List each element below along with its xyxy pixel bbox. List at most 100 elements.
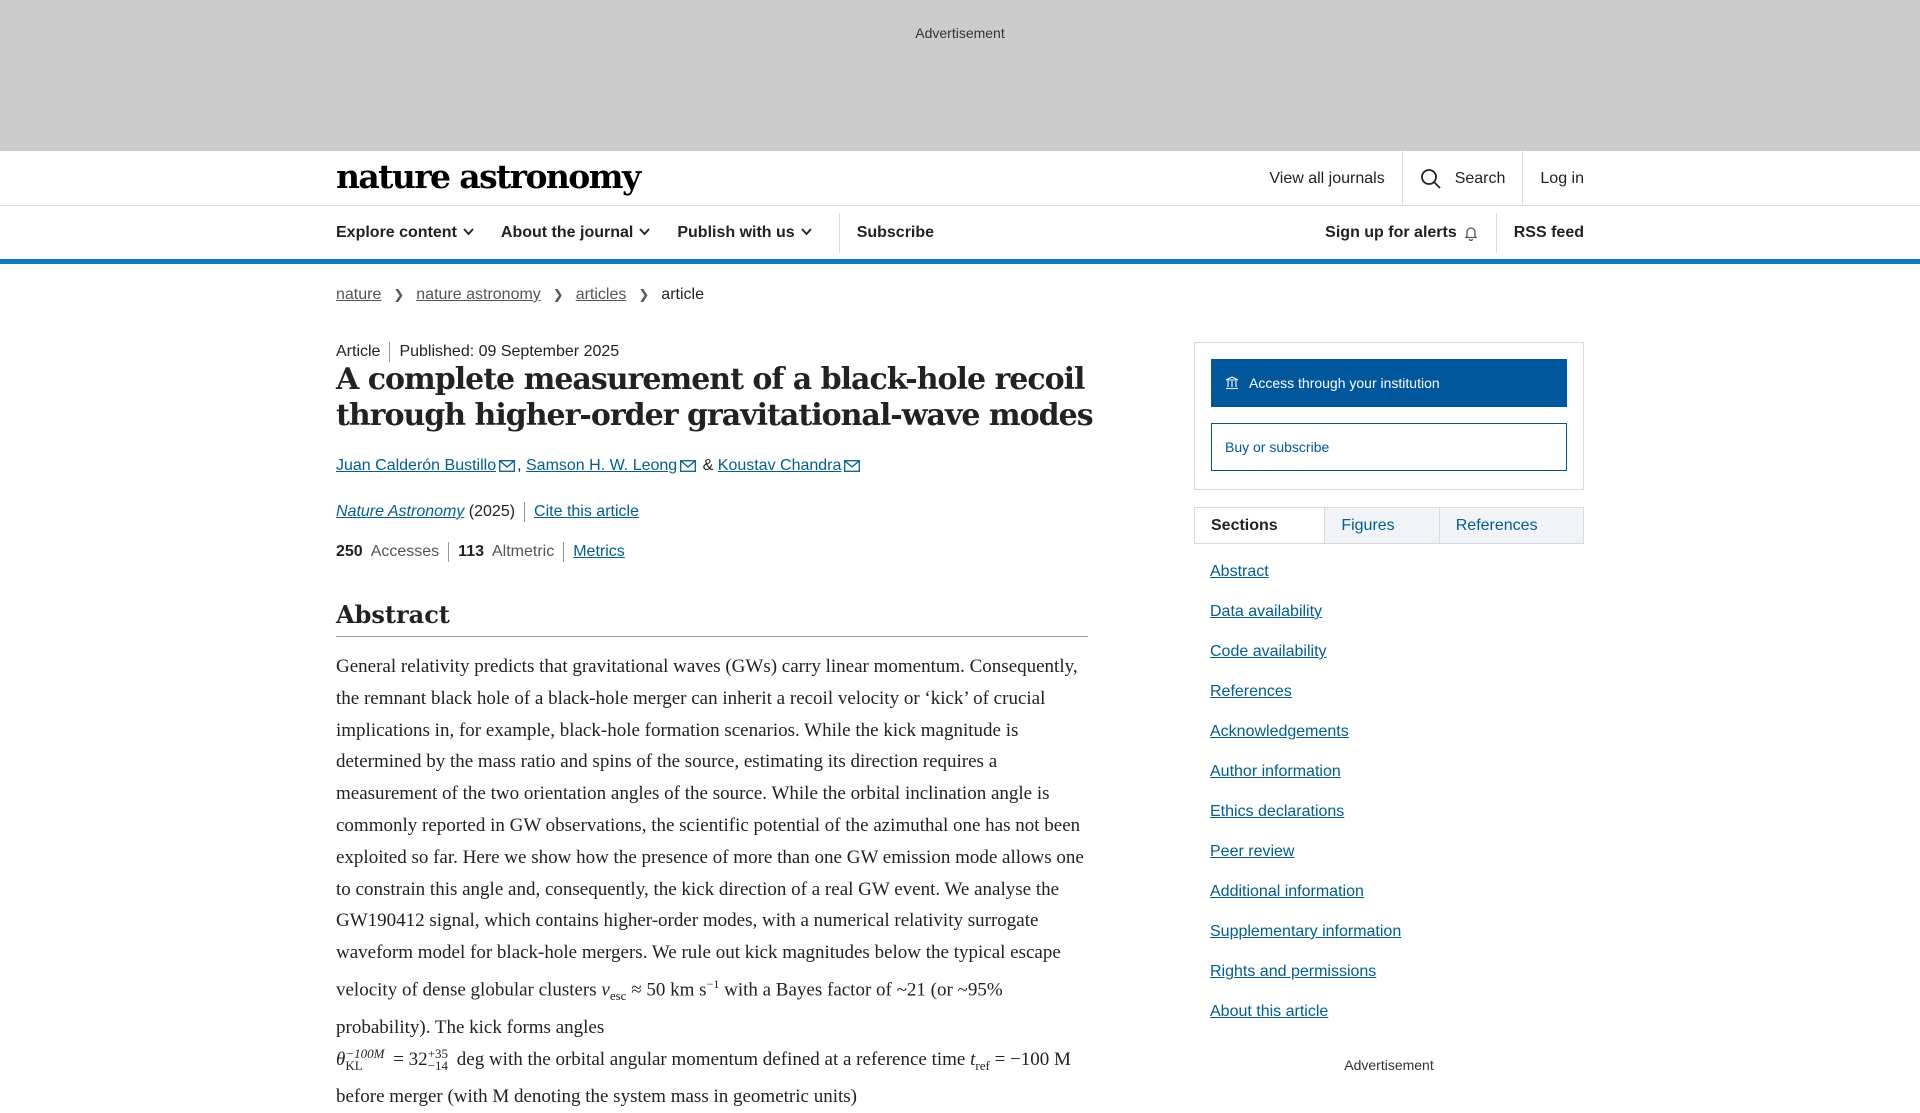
institution-icon xyxy=(1225,376,1239,390)
altmetric-label: Altmetric xyxy=(491,543,555,560)
section-link[interactable]: Data availability xyxy=(1210,600,1401,640)
section-link[interactable]: Ethics declarations xyxy=(1210,800,1401,840)
journal-logo[interactable]: nature astronomy xyxy=(336,157,641,196)
math-sub: ref xyxy=(975,1057,990,1073)
author-separator: , xyxy=(517,457,522,474)
chevron-right-icon: ❯ xyxy=(638,287,650,302)
abstract-part-1: General relativity predicts that gravita… xyxy=(336,656,1084,1001)
metrics-link[interactable]: Metrics xyxy=(573,543,625,561)
abstract-text: General relativity predicts that gravita… xyxy=(336,651,1088,1113)
sidebar-tabs: Sections Figures References xyxy=(1194,507,1584,544)
access-box: Access through your institution Buy or s… xyxy=(1194,342,1584,490)
math-sub: esc xyxy=(609,988,627,1004)
explore-content-menu[interactable]: Explore content xyxy=(336,224,474,242)
nav-divider xyxy=(1495,212,1497,253)
meta-divider xyxy=(448,542,450,562)
search-label: Search xyxy=(1454,169,1506,187)
author-link[interactable]: Koustav Chandra xyxy=(718,457,842,475)
chevron-down-icon xyxy=(463,227,474,239)
nav-left: Explore content About the journal Publis… xyxy=(336,206,961,259)
journal-link[interactable]: Nature Astronomy xyxy=(336,503,464,521)
chevron-down-icon xyxy=(639,227,651,239)
search-button[interactable]: Search xyxy=(1401,151,1523,206)
search-icon xyxy=(1420,168,1442,190)
theta-scripts: −100M KL xyxy=(345,1047,384,1072)
header-actions: View all journals Search Log in xyxy=(1252,151,1584,206)
meta-divider xyxy=(389,342,391,362)
article-type: Article xyxy=(336,343,381,360)
sign-up-alerts-link[interactable]: Sign up for alerts xyxy=(1325,224,1479,242)
error-scripts: +35 −14 xyxy=(427,1047,449,1074)
breadcrumb: nature ❯ nature astronomy ❯ articles ❯ a… xyxy=(336,286,704,304)
section-link[interactable]: Author information xyxy=(1210,760,1401,800)
chevron-right-icon: ❯ xyxy=(393,287,405,302)
buy-subscribe-button[interactable]: Buy or subscribe xyxy=(1211,423,1567,471)
section-link[interactable]: Rights and permissions xyxy=(1210,960,1401,1000)
section-link[interactable]: About this article xyxy=(1210,1000,1401,1040)
bell-icon xyxy=(1463,225,1479,241)
alerts-label: Sign up for alerts xyxy=(1325,223,1457,241)
chevron-down-icon xyxy=(801,227,812,239)
section-link[interactable]: Code availability xyxy=(1210,640,1401,680)
access-institution-label: Access through your institution xyxy=(1249,375,1440,391)
breadcrumb-nature[interactable]: nature xyxy=(336,286,381,304)
view-all-journals-link[interactable]: View all journals xyxy=(1252,151,1401,206)
published-date: Published: 09 September 2025 xyxy=(399,343,620,360)
section-link[interactable]: References xyxy=(1210,680,1401,720)
section-link[interactable]: Abstract xyxy=(1210,560,1401,600)
accesses-label: Accesses xyxy=(370,543,440,560)
subscribe-link[interactable]: Subscribe xyxy=(857,224,934,242)
about-journal-menu[interactable]: About the journal xyxy=(500,223,651,242)
accesses-count: 250 xyxy=(336,543,363,560)
citation-line: Nature Astronomy (2025) Cite this articl… xyxy=(336,502,639,522)
site-header: nature astronomy View all journals Searc… xyxy=(0,151,1920,206)
section-link[interactable]: Additional information xyxy=(1210,880,1401,920)
login-link[interactable]: Log in xyxy=(1522,151,1584,206)
nav-divider xyxy=(838,212,840,253)
altmetric-count: 113 xyxy=(458,543,484,560)
mail-icon[interactable] xyxy=(680,459,697,472)
rss-feed-link[interactable]: RSS feed xyxy=(1514,224,1584,242)
author-separator: & xyxy=(702,457,714,474)
publish-with-us-menu[interactable]: Publish with us xyxy=(677,223,812,242)
top-advertisement[interactable]: Advertisement xyxy=(0,0,1920,151)
abstract-part-3: with the orbital angular momentum define… xyxy=(488,1048,966,1070)
nav-right: Sign up for alerts RSS feed xyxy=(1325,206,1584,259)
math-equals: = 32 xyxy=(393,1048,428,1070)
tab-references[interactable]: References xyxy=(1438,508,1583,543)
ad-label: Advertisement xyxy=(915,25,1005,41)
author-link[interactable]: Samson H. W. Leong xyxy=(526,457,677,475)
section-link[interactable]: Peer review xyxy=(1210,840,1401,880)
tab-figures[interactable]: Figures xyxy=(1324,508,1439,543)
section-link[interactable]: Supplementary information xyxy=(1210,920,1401,960)
abstract-heading: Abstract xyxy=(336,600,1088,637)
title-line-1: A complete measurement of a black-hole r… xyxy=(336,362,1085,397)
cite-article-link[interactable]: Cite this article xyxy=(534,503,639,521)
mail-icon[interactable] xyxy=(844,459,861,472)
breadcrumb-nature-astronomy[interactable]: nature astronomy xyxy=(416,286,541,304)
publication-year: (2025) xyxy=(468,503,516,520)
explore-content-label: Explore content xyxy=(336,223,457,241)
access-institution-button[interactable]: Access through your institution xyxy=(1211,359,1567,407)
section-link[interactable]: Acknowledgements xyxy=(1210,720,1401,760)
math-v: v xyxy=(601,979,610,1001)
breadcrumb-articles[interactable]: articles xyxy=(576,286,627,304)
meta-divider xyxy=(524,502,526,522)
math-theta: θ xyxy=(336,1048,346,1070)
author-link[interactable]: Juan Calderón Bustillo xyxy=(336,457,496,475)
chevron-right-icon: ❯ xyxy=(552,287,564,302)
article-metrics: 250 Accesses 113 Altmetric Metrics xyxy=(336,542,625,562)
about-journal-label: About the journal xyxy=(500,223,634,241)
meta-divider xyxy=(563,542,565,562)
mail-icon[interactable] xyxy=(499,459,516,472)
tab-sections[interactable]: Sections xyxy=(1195,508,1325,543)
error-minus: −14 xyxy=(427,1058,449,1074)
math-sup: −1 xyxy=(706,976,720,991)
publish-label: Publish with us xyxy=(677,223,795,241)
journal-nav: Explore content About the journal Publis… xyxy=(0,206,1920,264)
math-deg: deg xyxy=(456,1048,485,1070)
article-title: A complete measurement of a black-hole r… xyxy=(336,362,1096,434)
abstract-approx: ≈ 50 km s xyxy=(631,979,707,1001)
sections-list: Abstract Data availability Code availabi… xyxy=(1210,560,1401,1040)
article-meta: Article Published: 09 September 2025 xyxy=(336,342,619,362)
